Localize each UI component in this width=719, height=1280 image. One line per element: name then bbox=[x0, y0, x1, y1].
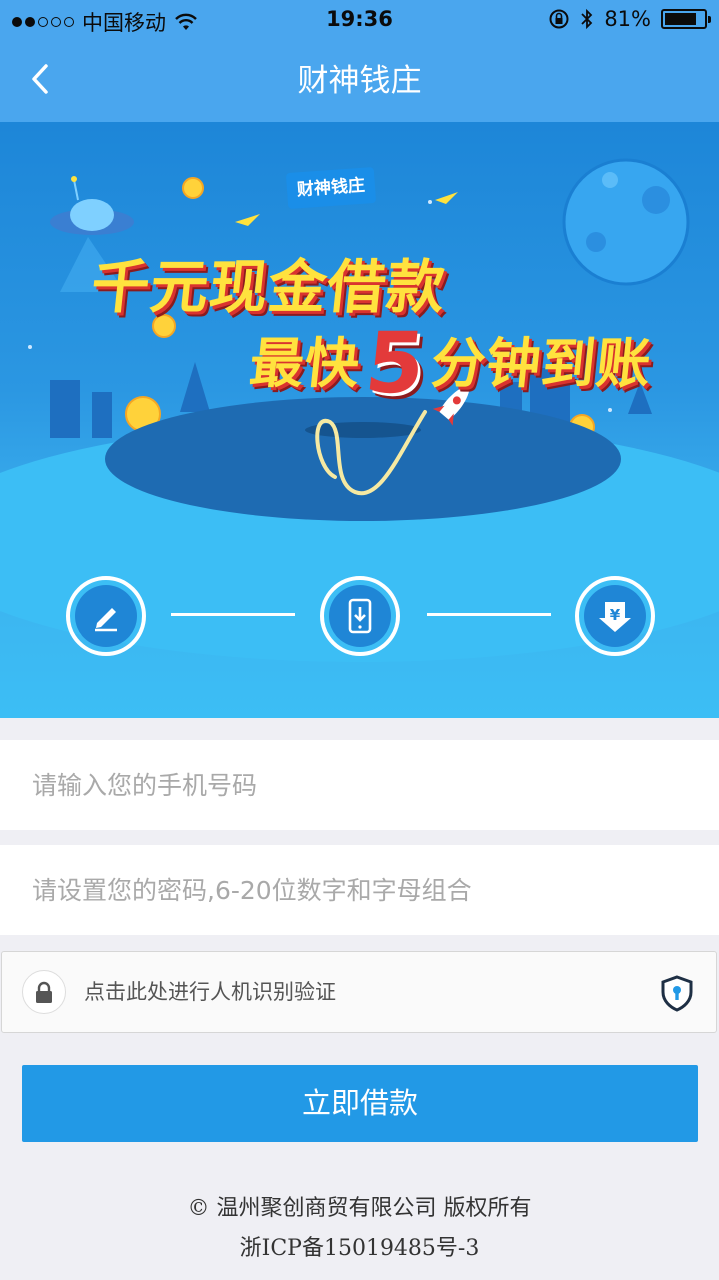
svg-text:¥: ¥ bbox=[610, 606, 621, 624]
back-button[interactable] bbox=[20, 56, 60, 102]
step-connector bbox=[171, 613, 295, 616]
chevron-left-icon bbox=[32, 64, 48, 94]
status-right: 81% bbox=[548, 7, 711, 31]
lock-icon bbox=[36, 981, 52, 1003]
phone-field bbox=[0, 740, 719, 830]
phone-download-icon bbox=[348, 598, 372, 634]
step-connector bbox=[427, 613, 551, 616]
status-bar: 中国移动 19:36 81% bbox=[0, 0, 719, 40]
step-apply bbox=[66, 576, 146, 656]
headline-line-2: 最快5分钟到账 bbox=[245, 314, 657, 412]
step-download bbox=[320, 576, 400, 656]
banner-badge: 财神钱庄 bbox=[285, 166, 377, 210]
headline-suffix: 分钟到账 bbox=[428, 332, 655, 395]
headline-line-1: 千元现金借款 bbox=[87, 253, 450, 321]
lock-badge bbox=[22, 970, 66, 1014]
nav-bar: 财神钱庄 bbox=[0, 40, 719, 122]
planet-illustration bbox=[562, 158, 690, 286]
captcha-label: 点击此处进行人机识别验证 bbox=[84, 980, 336, 1004]
icp-text: 浙ICP备15019485号-3 bbox=[239, 1236, 480, 1261]
headline-prefix: 最快 bbox=[246, 332, 364, 395]
copyright-text: © 温州聚创商贸有限公司 版权所有 bbox=[187, 1196, 532, 1221]
shield-icon bbox=[661, 975, 693, 1012]
page-title: 财神钱庄 bbox=[297, 63, 422, 99]
captcha-verify-button[interactable]: 点击此处进行人机识别验证 bbox=[1, 951, 717, 1033]
password-field bbox=[0, 845, 719, 935]
battery-icon bbox=[661, 9, 711, 29]
borrow-now-button[interactable]: 立即借款 bbox=[22, 1065, 698, 1142]
bluetooth-icon bbox=[581, 8, 593, 30]
password-input[interactable] bbox=[0, 845, 719, 935]
promo-banner: 财神钱庄 千元现金借款 最快5分钟到账 ¥ bbox=[0, 122, 719, 718]
rotation-lock-icon bbox=[549, 9, 569, 29]
yuan-download-icon: ¥ bbox=[599, 602, 631, 632]
headline-number: 5 bbox=[360, 314, 431, 412]
step-receive: ¥ bbox=[575, 576, 655, 656]
pencil-icon bbox=[95, 608, 117, 632]
battery-percent: 81% bbox=[604, 7, 651, 31]
phone-input[interactable] bbox=[0, 740, 719, 830]
battery-level bbox=[665, 13, 696, 25]
